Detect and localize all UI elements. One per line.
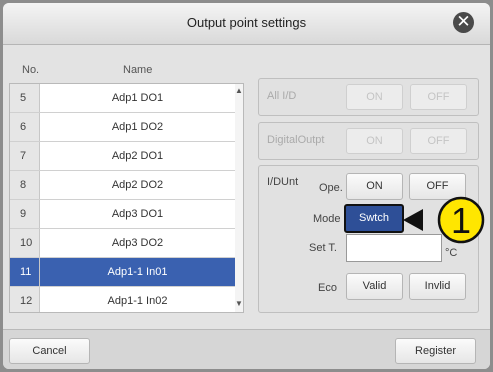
output-point-list[interactable]: 5 Adp1 DO1 6 Adp1 DO2 7 Adp2 DO1 8 Adp2 …	[9, 83, 244, 313]
digital-output-label: DigitalOutpt	[267, 134, 325, 146]
io-unit-label: I/DUnt	[267, 176, 299, 188]
eco-invalid-button[interactable]: Invlid	[409, 273, 466, 300]
row-name: Adp2 DO2	[40, 171, 235, 199]
column-header-no: No.	[22, 64, 40, 76]
temp-unit-label: °C	[445, 247, 458, 259]
table-row-selected[interactable]: 11 Adp1-1 In01	[10, 258, 235, 287]
scroll-up-icon[interactable]: ▲	[235, 86, 243, 95]
table-row[interactable]: 9 Adp3 DO1	[10, 200, 235, 229]
row-name: Adp1 DO1	[40, 84, 235, 112]
row-number: 10	[10, 229, 40, 257]
table-row[interactable]: 7 Adp2 DO1	[10, 142, 235, 171]
all-io-group: All I/D ON OFF	[258, 78, 479, 116]
row-number: 5	[10, 84, 40, 112]
set-temp-label: Set T.	[309, 242, 337, 254]
all-io-off-button[interactable]: OFF	[410, 84, 467, 110]
cancel-button[interactable]: Cancel	[9, 338, 90, 364]
all-io-label: All I/D	[267, 90, 297, 102]
step-callout: 1	[403, 196, 485, 244]
row-name: Adp1-1 In02	[40, 287, 235, 312]
callout-number: 1	[451, 200, 471, 241]
digital-output-group: DigitalOutpt ON OFF	[258, 122, 479, 160]
register-button[interactable]: Register	[395, 338, 476, 364]
dialog-frame: Output point settings ✕ No. Name 5 Adp1 …	[0, 0, 493, 372]
digital-output-off-button[interactable]: OFF	[410, 128, 467, 154]
row-name: Adp3 DO1	[40, 200, 235, 228]
mode-switch-button[interactable]: Swtch	[344, 204, 404, 233]
title-bar: Output point settings ✕	[3, 3, 490, 45]
row-number: 11	[10, 258, 40, 286]
column-header-name: Name	[123, 64, 153, 76]
operation-on-button[interactable]: ON	[346, 173, 403, 200]
callout-pointer	[403, 209, 423, 231]
dialog-footer: Cancel Register	[3, 329, 490, 369]
row-number: 7	[10, 142, 40, 170]
close-icon[interactable]: ✕	[453, 12, 474, 33]
table-row[interactable]: 8 Adp2 DO2	[10, 171, 235, 200]
eco-label: Eco	[318, 282, 337, 294]
eco-valid-button[interactable]: Valid	[346, 273, 403, 300]
row-name: Adp3 DO2	[40, 229, 235, 257]
mode-label: Mode	[313, 213, 341, 225]
row-name: Adp2 DO1	[40, 142, 235, 170]
dialog-title: Output point settings	[186, 15, 307, 30]
row-name: Adp1 DO2	[40, 113, 235, 141]
digital-output-on-button[interactable]: ON	[346, 128, 403, 154]
scroll-down-icon[interactable]: ▼	[235, 299, 243, 308]
row-number: 8	[10, 171, 40, 199]
row-number: 6	[10, 113, 40, 141]
table-row[interactable]: 6 Adp1 DO2	[10, 113, 235, 142]
operation-label: Ope.	[319, 182, 343, 194]
output-point-settings-dialog: Output point settings ✕ No. Name 5 Adp1 …	[3, 3, 490, 369]
table-row[interactable]: 5 Adp1 DO1	[10, 84, 235, 113]
row-number: 9	[10, 200, 40, 228]
list-scrollbar[interactable]: ▲ ▼	[235, 84, 243, 312]
table-row[interactable]: 10 Adp3 DO2	[10, 229, 235, 258]
table-row[interactable]: 12 Adp1-1 In02	[10, 287, 235, 312]
row-name: Adp1-1 In01	[40, 258, 235, 286]
all-io-on-button[interactable]: ON	[346, 84, 403, 110]
row-number: 12	[10, 287, 40, 312]
